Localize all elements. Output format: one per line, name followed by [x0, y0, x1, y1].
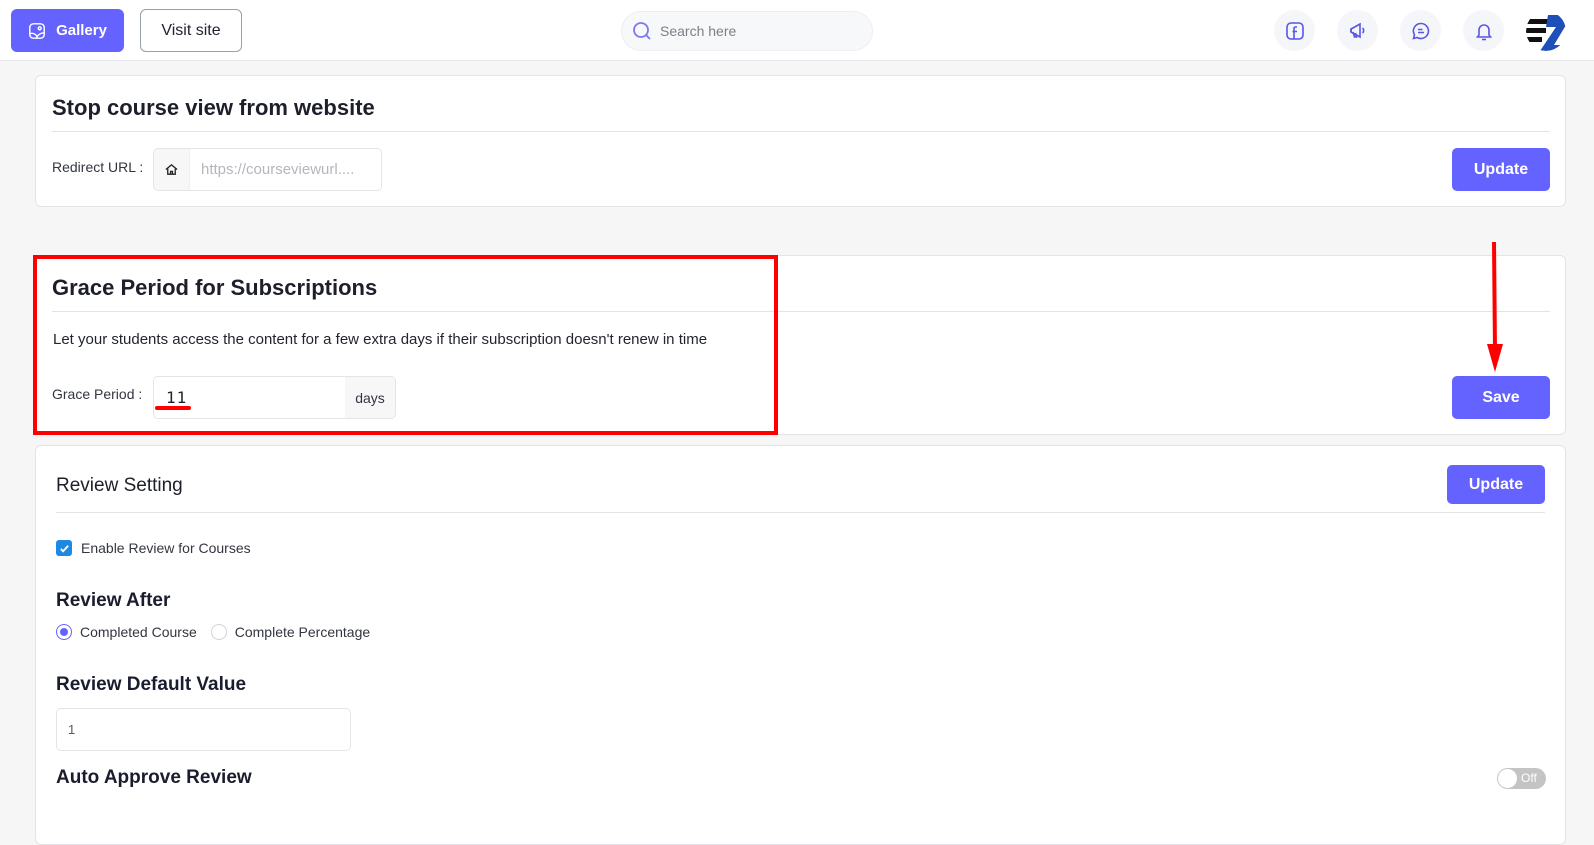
auto-approve-toggle[interactable]: Off — [1497, 768, 1546, 789]
divider — [52, 131, 1550, 132]
home-addon — [154, 149, 190, 190]
megaphone-icon — [1349, 22, 1364, 38]
update-review-button[interactable]: Update — [1447, 465, 1545, 504]
review-setting-card: Review Setting Update Enable Review for … — [35, 445, 1566, 845]
announcement-button[interactable] — [1337, 10, 1378, 51]
enable-review-label: Enable Review for Courses — [81, 540, 251, 556]
review-after-options: Completed Course Complete Percentage — [56, 624, 370, 640]
stop-course-title: Stop course view from website — [52, 95, 375, 120]
grace-period-group: days — [153, 376, 396, 419]
enable-review-checkbox[interactable] — [56, 540, 72, 556]
radio-completed-course[interactable]: Completed Course — [56, 624, 197, 640]
gallery-button[interactable]: Gallery — [11, 9, 124, 52]
update-redirect-label: Update — [1473, 160, 1529, 178]
visit-site-label: Visit site — [161, 21, 221, 39]
visit-site-button[interactable]: Visit site — [140, 9, 242, 52]
grace-period-card: Grace Period for Subscriptions Let your … — [35, 255, 1566, 435]
grace-period-input[interactable] — [154, 377, 345, 418]
search-box — [621, 11, 873, 51]
grace-period-title: Grace Period for Subscriptions — [52, 275, 378, 300]
auto-approve-title: Auto Approve Review — [56, 767, 252, 788]
toggle-knob — [1498, 769, 1517, 788]
home-icon — [165, 163, 178, 175]
stop-course-card: Stop course view from website Redirect U… — [35, 75, 1566, 207]
annotation-underline — [155, 406, 191, 410]
review-default-value-input[interactable] — [56, 708, 351, 751]
search-input[interactable] — [660, 23, 850, 39]
toggle-state-label: Off — [1521, 771, 1537, 785]
radio-button[interactable] — [210, 624, 227, 640]
save-label: Save — [1482, 388, 1520, 406]
grace-period-description: Let your students access the content for… — [53, 331, 708, 348]
enable-review-checkbox-row[interactable]: Enable Review for Courses — [56, 540, 251, 556]
redirect-url-input[interactable] — [190, 149, 381, 190]
gallery-label: Gallery — [56, 22, 107, 39]
facebook-icon — [1285, 21, 1304, 40]
review-setting-title: Review Setting — [56, 475, 183, 496]
annotation-arrow-icon — [1487, 241, 1503, 372]
search-icon — [633, 22, 651, 40]
user-avatar[interactable] — [1526, 11, 1566, 51]
logo-icon — [1526, 11, 1566, 51]
top-bar: Gallery Visit site — [0, 0, 1594, 61]
facebook-button[interactable] — [1274, 10, 1315, 51]
redirect-url-group — [153, 148, 382, 191]
radio-button[interactable] — [56, 624, 72, 640]
save-grace-period-button[interactable]: Save — [1452, 376, 1550, 419]
update-redirect-button[interactable]: Update — [1452, 148, 1550, 191]
radio-label: Complete Percentage — [234, 624, 371, 640]
divider — [52, 311, 1550, 312]
chat-icon — [1411, 22, 1429, 40]
days-suffix: days — [345, 377, 395, 418]
gallery-icon — [29, 22, 45, 39]
notifications-button[interactable] — [1463, 10, 1504, 51]
update-review-label: Update — [1468, 475, 1524, 493]
review-after-title: Review After — [56, 590, 171, 611]
bell-icon — [1475, 23, 1492, 40]
redirect-url-label: Redirect URL : — [52, 159, 144, 175]
radio-label: Completed Course — [80, 624, 197, 640]
review-default-value-title: Review Default Value — [56, 674, 247, 695]
grace-period-label: Grace Period : — [52, 386, 143, 402]
messages-button[interactable] — [1400, 10, 1441, 51]
check-icon — [59, 544, 69, 553]
divider — [56, 512, 1545, 513]
radio-complete-percentage[interactable]: Complete Percentage — [210, 624, 371, 640]
